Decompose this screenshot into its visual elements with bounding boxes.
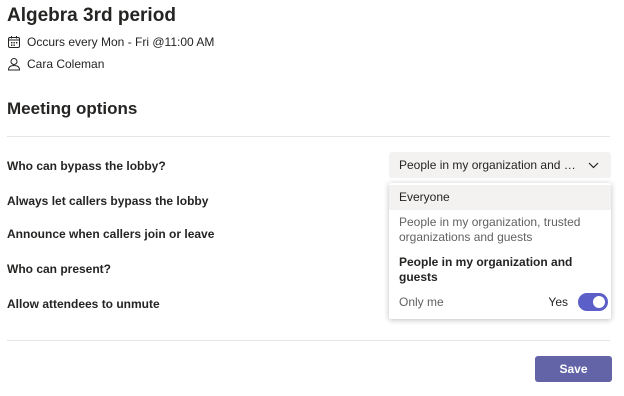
divider (7, 136, 610, 137)
person-icon (7, 57, 21, 71)
chevron-down-icon (588, 158, 599, 172)
label-announce-callers: Announce when callers join or leave (7, 227, 215, 241)
divider (7, 340, 610, 341)
meeting-title: Algebra 3rd period (7, 5, 176, 26)
dropdown-selected-value: People in my organization and guests (399, 158, 579, 172)
label-bypass-lobby: Who can bypass the lobby? (7, 159, 166, 173)
toggle-state-label: Yes (548, 295, 568, 309)
menu-item-org-and-guests[interactable]: People in my organization and guests (389, 250, 611, 290)
toggle-knob (593, 296, 605, 308)
calendar-icon (7, 35, 21, 49)
bypass-lobby-dropdown[interactable]: People in my organization and guests (389, 152, 611, 178)
save-button[interactable]: Save (535, 356, 612, 382)
unmute-toggle-group: Yes (548, 293, 608, 311)
schedule-text: Occurs every Mon - Fri @11:00 AM (27, 35, 215, 49)
unmute-toggle[interactable] (578, 293, 608, 311)
label-callers-bypass: Always let callers bypass the lobby (7, 194, 209, 208)
organizer-name: Cara Coleman (27, 57, 105, 71)
label-allow-unmute: Allow attendees to unmute (7, 297, 160, 311)
menu-item-org-trusted-guests[interactable]: People in my organization, trusted organ… (389, 210, 611, 250)
menu-item-everyone[interactable]: Everyone (389, 185, 611, 210)
section-title: Meeting options (7, 99, 138, 118)
meeting-organizer: Cara Coleman (7, 57, 104, 71)
label-who-can-present: Who can present? (7, 262, 112, 276)
meeting-schedule: Occurs every Mon - Fri @11:00 AM (7, 35, 214, 49)
